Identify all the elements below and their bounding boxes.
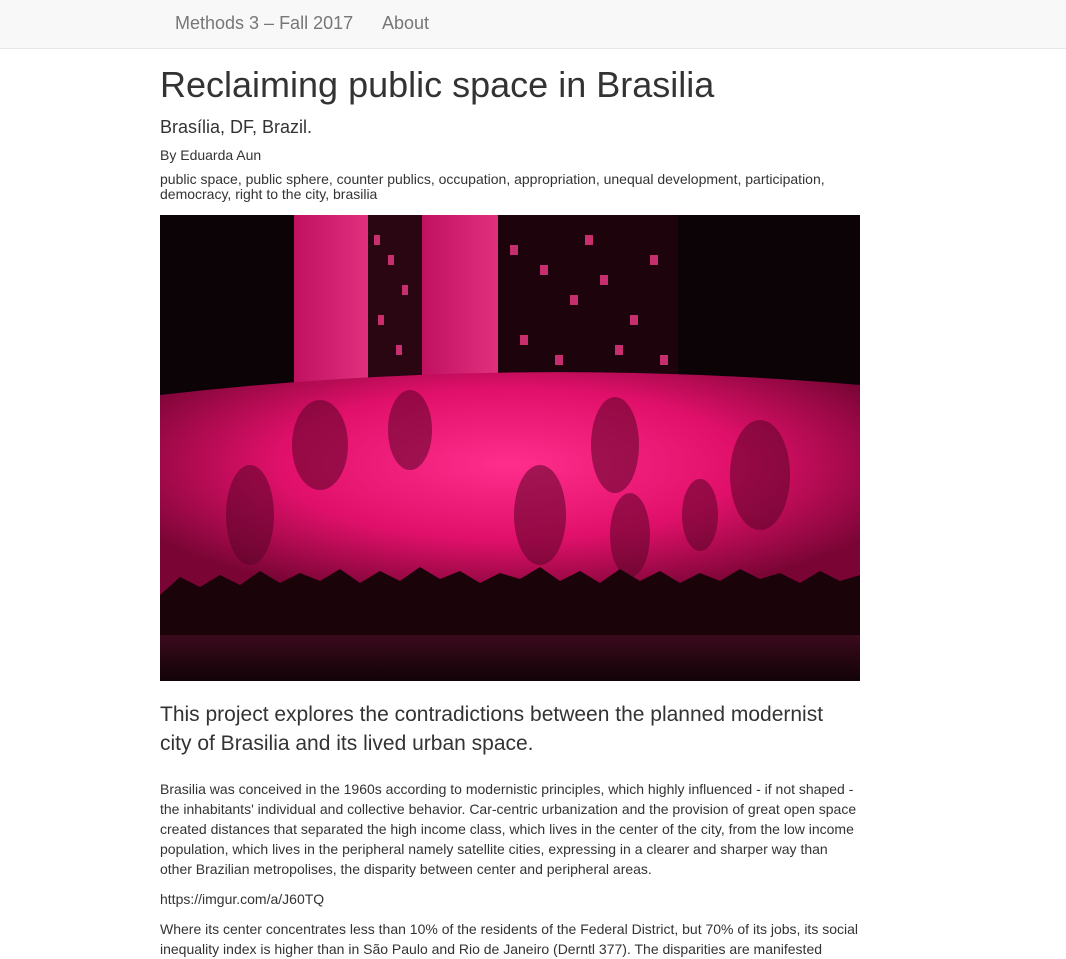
author-byline: By Eduarda Aun [160, 147, 262, 163]
lead-paragraph: This project explores the contradictions… [160, 703, 824, 755]
hero-image [160, 215, 860, 681]
tag-list: public space, public sphere, counter pub… [160, 171, 825, 202]
nav-brand-link[interactable]: Methods 3 – Fall 2017 [175, 12, 353, 34]
top-navbar: Methods 3 – Fall 2017 About [0, 0, 1066, 49]
page-title: Reclaiming public space in Brasilia [160, 64, 715, 105]
imgur-link[interactable]: https://imgur.com/a/J60TQ [160, 889, 860, 909]
nav-about-link[interactable]: About [382, 12, 429, 34]
body-paragraph-2: Where its center concentrates less than … [160, 921, 858, 957]
body-paragraph-1: Brasilia was conceived in the 1960s acco… [160, 781, 857, 877]
location-subtitle: Brasília, DF, Brazil. [160, 117, 313, 137]
